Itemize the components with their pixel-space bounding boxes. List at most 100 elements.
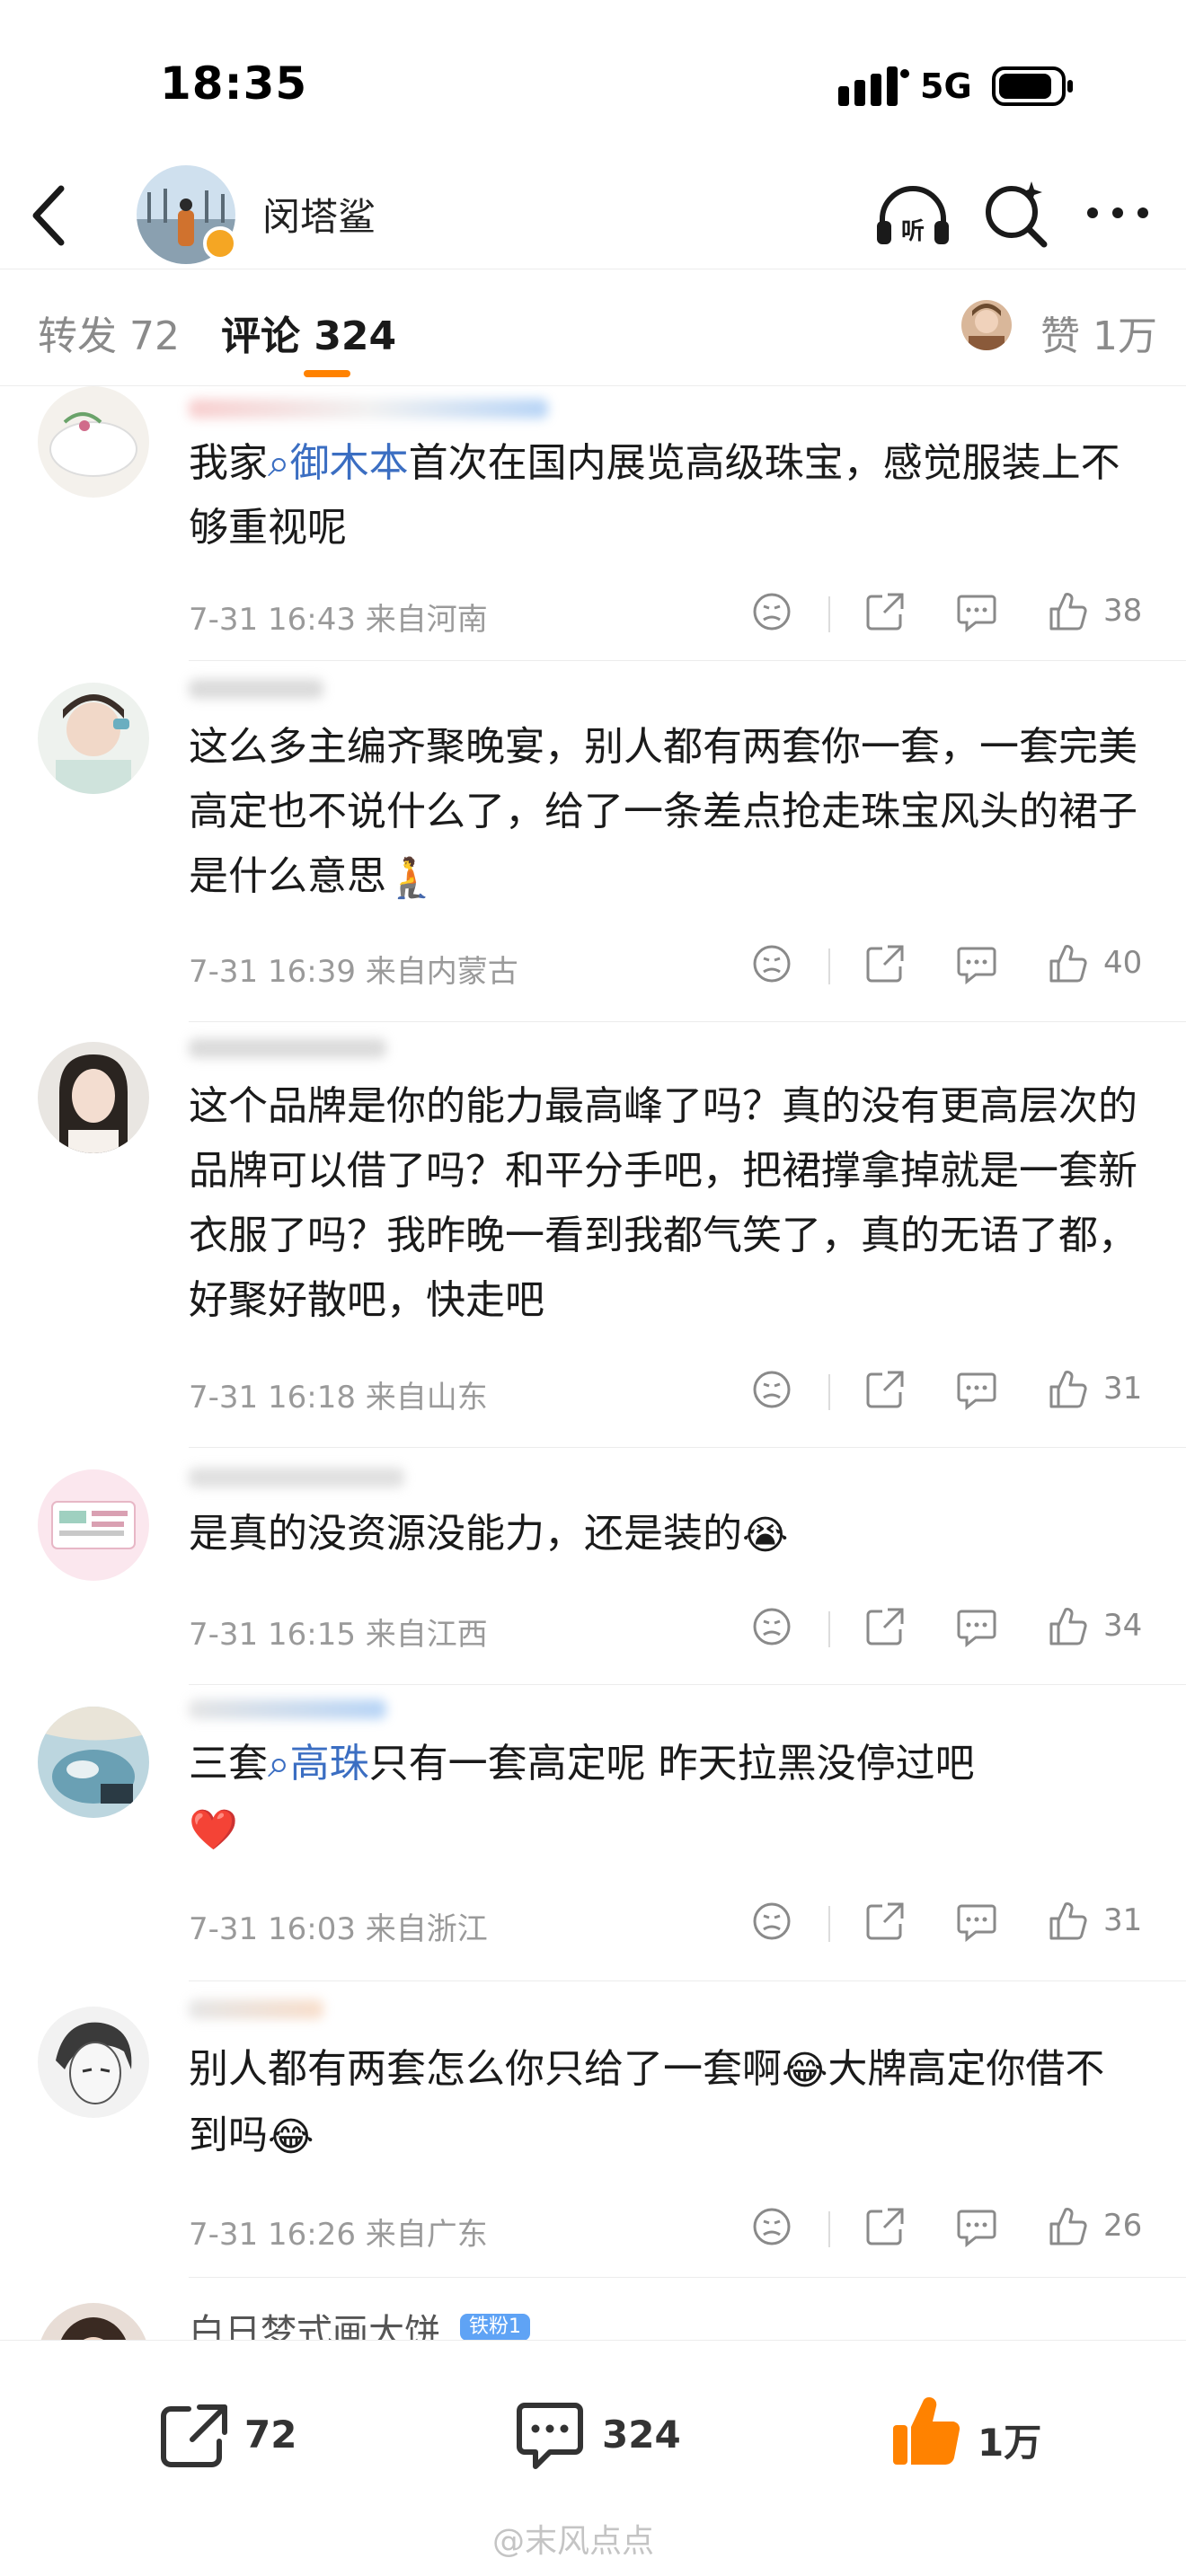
repost-count: 72 — [244, 2413, 297, 2457]
kneel-emoji: 🧎 — [386, 855, 436, 901]
commenter-avatar[interactable] — [38, 1707, 149, 1818]
like-icon[interactable] — [1048, 1369, 1087, 1410]
laughing-emoji: 😂 — [782, 2048, 828, 2094]
liker-avatar — [961, 300, 1012, 350]
commenter-avatar[interactable] — [38, 683, 149, 794]
comment-actions: 40 — [751, 943, 1173, 988]
like-count: 31 — [1103, 1902, 1143, 1938]
watermark: @末风点点 — [492, 2523, 655, 2560]
back-icon[interactable] — [25, 181, 79, 250]
listen-icon[interactable]: 听 — [873, 183, 952, 248]
commenter-name-blurred — [189, 1699, 386, 1719]
comment-actions: 31 — [751, 1369, 1173, 1414]
comment-item: 这么多主编齐聚晚宴，别人都有两套你一套，一套完美高定也不说什么了，给了一条差点抢… — [0, 661, 1186, 1022]
tab-comments[interactable]: 评论 324 — [221, 304, 396, 361]
like-icon[interactable] — [1048, 943, 1087, 984]
like-icon[interactable] — [1048, 591, 1087, 632]
reply-icon[interactable] — [956, 593, 997, 632]
like-count: 38 — [1103, 593, 1143, 629]
signal-icon — [838, 66, 909, 106]
tab-likes[interactable]: 赞 1万 — [1040, 304, 1157, 361]
share-icon[interactable] — [864, 1369, 906, 1410]
dislike-icon[interactable] — [751, 2206, 792, 2247]
crying-emoji: 😭 — [742, 1513, 789, 1558]
tab-bar: 转发 72 评论 324 赞 1万 — [0, 269, 1186, 386]
comment-divider — [189, 2277, 1186, 2278]
comment-item: 三套⌕高珠只有一套高定呢 昨天拉黑没停过吧 ❤️ 7-31 16:03 来自浙江 … — [0, 1685, 1186, 1981]
comment-actions: 34 — [751, 1606, 1173, 1651]
repost-icon[interactable] — [158, 2402, 230, 2470]
share-icon[interactable] — [864, 2206, 906, 2247]
comment-meta: 7-31 16:39 来自内蒙古 — [189, 954, 518, 990]
like-icon[interactable] — [1048, 1606, 1087, 1647]
comment-text: 我家⌕御木本首次在国内展览高级珠宝，感觉服装上不够重视呢 — [189, 440, 1120, 551]
like-icon[interactable] — [1048, 1901, 1087, 1942]
commenter-avatar[interactable] — [38, 1042, 149, 1153]
like-filled-icon[interactable] — [890, 2395, 961, 2468]
dislike-icon[interactable] — [751, 1901, 792, 1942]
commenter-avatar[interactable] — [38, 2303, 149, 2340]
dislike-icon[interactable] — [751, 943, 792, 984]
reply-icon[interactable] — [956, 2208, 997, 2247]
comment-meta: 7-31 16:15 来自江西 — [189, 1617, 488, 1653]
commenter-name-blurred — [189, 399, 548, 419]
comment-text: 是真的没资源没能力，还是装的😭 — [189, 1502, 1141, 1568]
share-icon[interactable] — [864, 1606, 906, 1647]
comment-icon[interactable] — [514, 2400, 586, 2472]
dislike-icon[interactable] — [751, 591, 792, 632]
commenter-name-blurred — [189, 1468, 404, 1487]
share-icon[interactable] — [864, 943, 906, 984]
laughing-emoji: 😂 — [268, 2114, 314, 2160]
status-bar: 18:35 5G — [0, 0, 1186, 162]
fan-badge: 铁粉1 — [460, 2314, 530, 2340]
comment-actions: 38 — [751, 591, 1173, 636]
comment-meta: 7-31 16:03 来自浙江 — [189, 1911, 488, 1947]
bottom-action-bar: 72 324 1万 @末风点点 — [0, 2340, 1186, 2576]
heart-emoji: ❤️ — [189, 1807, 238, 1853]
reply-icon[interactable] — [956, 1608, 997, 1647]
dislike-icon[interactable] — [751, 1606, 792, 1647]
commenter-name-blurred — [189, 1999, 323, 2019]
topic-link[interactable]: ⌕高珠 — [268, 1741, 369, 1786]
dislike-icon[interactable] — [751, 1369, 792, 1410]
reply-icon[interactable] — [956, 945, 997, 984]
comment-item: 我家⌕御木本首次在国内展览高级珠宝，感觉服装上不够重视呢 7-31 16:43 … — [0, 386, 1186, 661]
comment-meta: 7-31 16:18 来自山东 — [189, 1380, 488, 1416]
comment-actions: 26 — [751, 2206, 1173, 2251]
comment-text: 这个品牌是你的能力最高峰了吗？真的没有更高层次的品牌可以借了吗？和平分手吧，把裙… — [189, 1083, 1137, 1323]
sparkle-search-icon[interactable] — [981, 180, 1049, 250]
nav-bar: 闵塔鲨 听 — [0, 162, 1186, 269]
divider — [828, 596, 830, 632]
topic-link[interactable]: ⌕御木本 — [268, 440, 409, 486]
commenter-name-blurred — [189, 1038, 386, 1058]
divider — [828, 1906, 830, 1942]
more-icon[interactable] — [1084, 199, 1152, 226]
share-icon[interactable] — [864, 1901, 906, 1942]
comment-item: 这个品牌是你的能力最高峰了吗？真的没有更高层次的品牌可以借了吗？和平分手吧，把裙… — [0, 1022, 1186, 1448]
reply-icon[interactable] — [956, 1902, 997, 1942]
comment-text: 别人都有两套怎么你只给了一套啊😂大牌高定你借不到吗😂 — [189, 2037, 1141, 2170]
comment-count: 324 — [602, 2413, 681, 2457]
divider — [828, 2211, 830, 2247]
commenter-avatar[interactable] — [38, 386, 149, 498]
share-icon[interactable] — [864, 591, 906, 632]
commenter-avatar[interactable] — [38, 2007, 149, 2118]
verified-badge-icon — [203, 226, 237, 260]
like-total-count: 1万 — [978, 2421, 1042, 2465]
network-type: 5G — [920, 66, 972, 106]
tab-repost[interactable]: 转发 72 — [38, 304, 180, 361]
comment-list: 我家⌕御木本首次在国内展览高级珠宝，感觉服装上不够重视呢 7-31 16:43 … — [0, 386, 1186, 2340]
reply-icon[interactable] — [956, 1371, 997, 1410]
like-icon[interactable] — [1048, 2206, 1087, 2247]
commenter-avatar[interactable] — [38, 1469, 149, 1581]
comment-item: 别人都有两套怎么你只给了一套啊😂大牌高定你借不到吗😂 7-31 16:26 来自… — [0, 1981, 1186, 2278]
comment-meta: 7-31 16:26 来自广东 — [189, 2217, 488, 2253]
commenter-name-blurred — [189, 679, 323, 699]
commenter-name[interactable]: 白日梦式画大饼 — [189, 2303, 440, 2340]
active-tab-indicator — [304, 370, 350, 377]
author-name[interactable]: 闵塔鲨 — [262, 187, 376, 242]
divider — [828, 1374, 830, 1410]
divider — [828, 948, 830, 984]
like-count: 34 — [1103, 1608, 1143, 1644]
status-time: 18:35 — [160, 57, 308, 110]
